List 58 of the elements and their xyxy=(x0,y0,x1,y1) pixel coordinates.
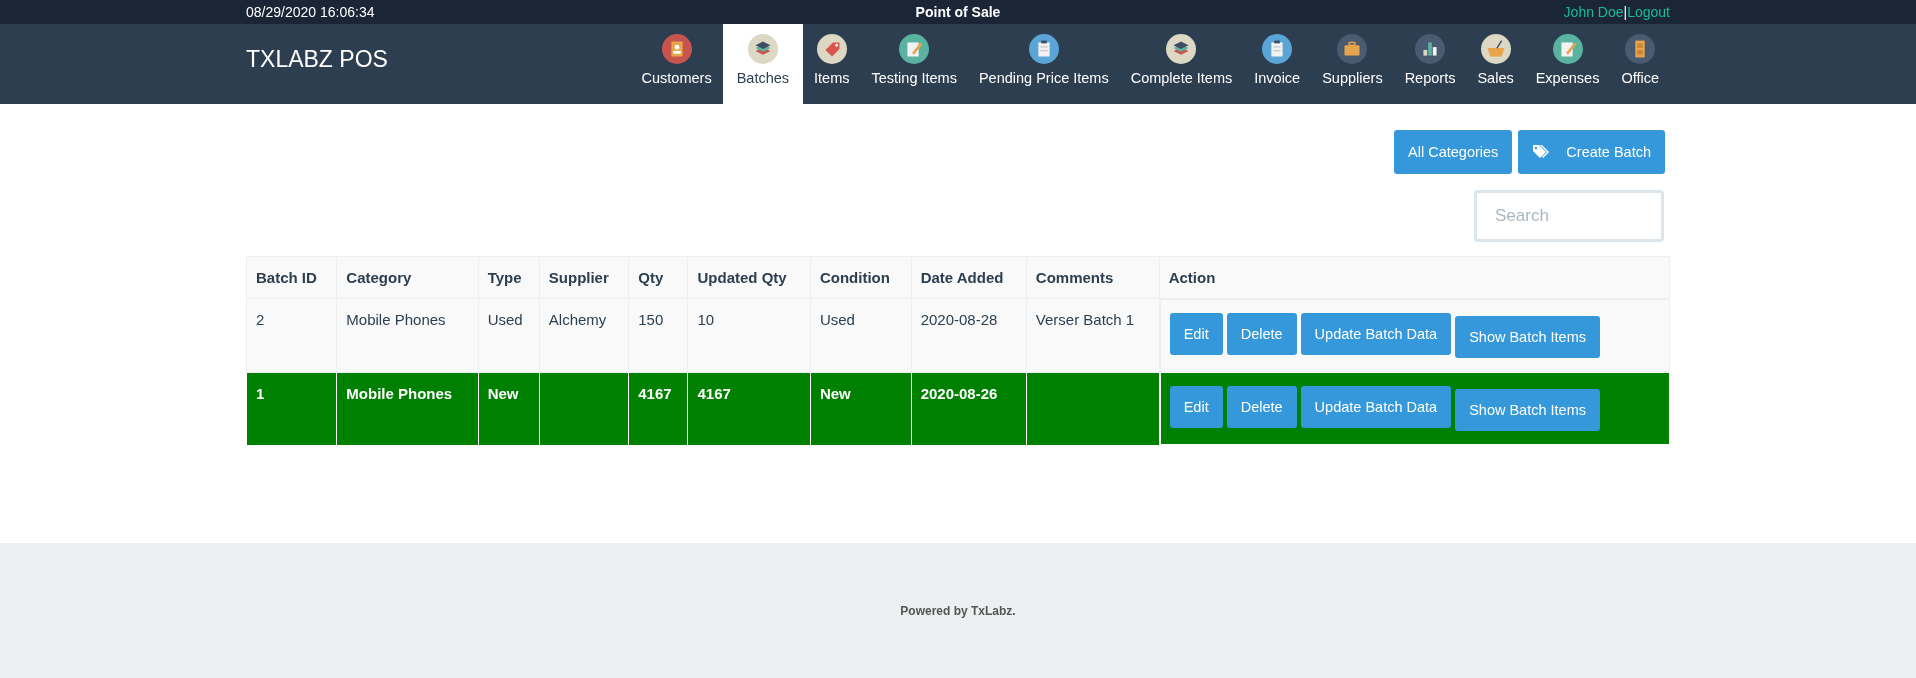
nav-icon xyxy=(661,34,692,64)
nav-tab[interactable]: Items xyxy=(803,24,861,104)
nav-icon xyxy=(1415,34,1446,64)
app-title: Point of Sale xyxy=(914,4,1002,20)
table-cell: 1 xyxy=(246,372,337,445)
table-cell: Verser Batch 1 xyxy=(1026,298,1160,372)
nav-icon xyxy=(899,34,930,64)
nav-icon xyxy=(1625,34,1656,64)
column-header: Qty xyxy=(628,256,688,299)
separator-text: | xyxy=(1623,4,1628,20)
nav-tab[interactable]: Suppliers xyxy=(1311,24,1394,104)
table-cell: Mobile Phones xyxy=(336,298,479,372)
table-cell: 10 xyxy=(688,298,811,372)
column-header: Type xyxy=(478,256,540,299)
column-header: Supplier xyxy=(539,256,629,299)
nav-icon xyxy=(1337,34,1368,64)
table-cell: 4167 xyxy=(688,372,811,445)
nav-tab[interactable]: Testing Items xyxy=(860,24,968,104)
table-cell: New xyxy=(478,372,540,445)
nav-icon xyxy=(1262,34,1293,64)
column-header: Batch ID xyxy=(246,256,337,299)
nav-tab[interactable]: Complete Items xyxy=(1119,24,1244,104)
table-cell: Alchemy xyxy=(539,298,629,372)
table-cell: 2020-08-28 xyxy=(911,298,1027,372)
nav-tab[interactable]: Reports xyxy=(1393,24,1467,104)
column-header: Updated Qty xyxy=(688,256,811,299)
column-header: Category xyxy=(336,256,479,299)
nav-icon xyxy=(1552,34,1583,64)
search-field[interactable]: Search xyxy=(1474,190,1664,242)
nav-tab[interactable]: Customers xyxy=(630,24,723,104)
nav-tab[interactable]: Office xyxy=(1610,24,1670,104)
nav-icon xyxy=(816,34,847,64)
column-header: Date Added xyxy=(911,256,1027,299)
nav-tab[interactable]: Sales xyxy=(1466,24,1525,104)
brand-logo[interactable]: TXLABZ POS xyxy=(246,24,631,104)
table-cell: Used xyxy=(810,298,912,372)
table-cell: 150 xyxy=(628,298,688,372)
user-link[interactable]: John Doe xyxy=(1563,4,1624,20)
nav-tab[interactable]: Invoice xyxy=(1243,24,1312,104)
footer-text: Powered by TxLabz. xyxy=(900,603,1016,618)
nav-icon xyxy=(747,34,778,64)
table-cell: Used xyxy=(478,298,540,372)
logout-link[interactable]: Logout xyxy=(1627,4,1670,20)
table-cell: 2020-08-26 xyxy=(911,372,1027,445)
table-cell: Mobile Phones xyxy=(336,372,479,445)
nav-tab[interactable]: Pending Price Items xyxy=(967,24,1120,104)
nav-icon xyxy=(1028,34,1059,64)
nav-tab[interactable]: Expenses xyxy=(1524,24,1611,104)
column-header: Condition xyxy=(810,256,912,299)
table-cell: New xyxy=(810,372,912,445)
table-cell: 4167 xyxy=(628,372,688,445)
date-time: 08/29/2020 16:06:34 xyxy=(246,4,376,20)
nav-icon xyxy=(1480,34,1511,64)
table-cell: 2 xyxy=(246,298,337,372)
nav-tab[interactable]: Batches xyxy=(722,24,804,104)
column-header: Action xyxy=(1159,256,1670,299)
nav-icon xyxy=(1166,34,1197,64)
column-header: Comments xyxy=(1026,256,1160,299)
